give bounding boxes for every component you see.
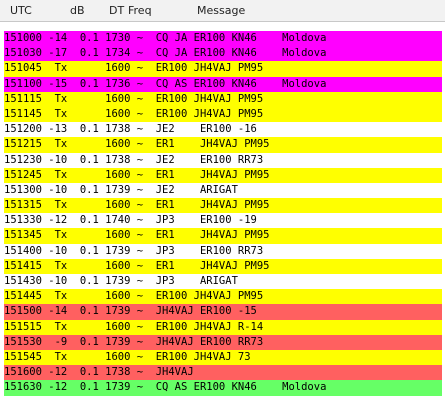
decode-row-text: 151515 Tx 1600 ~ ER100 JH4VAJ R-14: [4, 320, 264, 333]
decode-row[interactable]: 151415 Tx 1600 ~ ER1 JH4VAJ PM95: [4, 258, 442, 274]
decode-row-text: 151115 Tx 1600 ~ ER100 JH4VAJ PM95: [4, 92, 264, 105]
decode-row-text: 151200 -13 0.1 1738 ~ JE2 ER100 -16: [4, 123, 257, 136]
decode-row-text: 151230 -10 0.1 1738 ~ JE2 ER100 RR73: [4, 153, 264, 166]
decode-row[interactable]: 151115 Tx 1600 ~ ER100 JH4VAJ PM95: [4, 91, 442, 107]
decode-row-text: 151315 Tx 1600 ~ ER1 JH4VAJ PM95: [4, 199, 270, 212]
decode-row[interactable]: 151445 Tx 1600 ~ ER100 JH4VAJ PM95: [4, 289, 442, 305]
decode-row-text: 151300 -10 0.1 1739 ~ JE2 ARIGAT: [4, 183, 238, 196]
decode-row[interactable]: 151545 Tx 1600 ~ ER100 JH4VAJ 73: [4, 349, 442, 366]
decode-row[interactable]: 151245 Tx 1600 ~ ER1 JH4VAJ PM95: [4, 167, 442, 183]
decode-row-text: 151400 -10 0.1 1739 ~ JP3 ER100 RR73: [4, 244, 264, 257]
decode-row-text: 151545 Tx 1600 ~ ER100 JH4VAJ 73: [4, 350, 251, 363]
decode-row[interactable]: 151200 -13 0.1 1738 ~ JE2 ER100 -16: [4, 122, 442, 138]
decode-row-text: 151000 -14 0.1 1730 ~ CQ JA ER100 KN46 M…: [4, 32, 327, 44]
header-dt: DT: [109, 4, 125, 17]
header-message: Message: [197, 4, 246, 17]
decode-row[interactable]: 151315 Tx 1600 ~ ER1 JH4VAJ PM95: [4, 198, 442, 214]
decode-row-text: 151245 Tx 1600 ~ ER1 JH4VAJ PM95: [4, 168, 270, 181]
decode-row[interactable]: 151000 -14 0.1 1730 ~ CQ JA ER100 KN46 M…: [4, 31, 442, 47]
decode-row[interactable]: 151100 -15 0.1 1736 ~ CQ AS ER100 KN46 M…: [4, 76, 442, 92]
decode-row-text: 151530 -9 0.1 1739 ~ JH4VAJ ER100 RR73: [4, 335, 264, 348]
decode-row[interactable]: 151330 -12 0.1 1740 ~ JP3 ER100 -19: [4, 213, 442, 229]
decode-row[interactable]: 151230 -10 0.1 1738 ~ JE2 ER100 RR73: [4, 152, 442, 168]
decode-row[interactable]: 151630 -12 0.1 1739 ~ CQ AS ER100 KN46 M…: [4, 380, 442, 396]
decode-row[interactable]: 151215 Tx 1600 ~ ER1 JH4VAJ PM95: [4, 137, 442, 153]
decode-row[interactable]: 151400 -10 0.1 1739 ~ JP3 ER100 RR73: [4, 243, 442, 259]
header-utc: UTC: [10, 4, 32, 17]
decode-row-text: 151445 Tx 1600 ~ ER100 JH4VAJ PM95: [4, 290, 264, 303]
decode-row[interactable]: 151030 -17 0.1 1734 ~ CQ JA ER100 KN46 M…: [4, 46, 442, 62]
column-header-bar: UTC dB DT Freq Message: [0, 0, 445, 22]
decode-row-text: 151600 -12 0.1 1738 ~ JH4VAJ: [4, 366, 194, 379]
decode-row-text: 151045 Tx 1600 ~ ER100 JH4VAJ PM95: [4, 62, 264, 75]
decode-row[interactable]: 151530 -9 0.1 1739 ~ JH4VAJ ER100 RR73: [4, 334, 442, 350]
decode-row-text: 151630 -12 0.1 1739 ~ CQ AS ER100 KN46 M…: [4, 381, 327, 394]
decode-row[interactable]: 151300 -10 0.1 1739 ~ JE2 ARIGAT: [4, 182, 442, 199]
header-db: dB: [70, 4, 85, 17]
decode-row-text: 151345 Tx 1600 ~ ER1 JH4VAJ PM95: [4, 229, 270, 242]
decode-row-text: 151100 -15 0.1 1736 ~ CQ AS ER100 KN46 M…: [4, 77, 327, 90]
decode-row[interactable]: 151500 -14 0.1 1739 ~ JH4VAJ ER100 -15: [4, 304, 442, 320]
decode-list[interactable]: 151000 -14 0.1 1730 ~ CQ JA ER100 KN46 M…: [4, 31, 442, 419]
decode-row[interactable]: 151515 Tx 1600 ~ ER100 JH4VAJ R-14: [4, 319, 442, 335]
decode-row-text: 151500 -14 0.1 1739 ~ JH4VAJ ER100 -15: [4, 305, 257, 318]
decode-row[interactable]: 151045 Tx 1600 ~ ER100 JH4VAJ PM95: [4, 61, 442, 77]
decode-row[interactable]: 151145 Tx 1600 ~ ER100 JH4VAJ PM95: [4, 106, 442, 123]
decode-row-text: 151145 Tx 1600 ~ ER100 JH4VAJ PM95: [4, 107, 264, 120]
decode-row-text: 151415 Tx 1600 ~ ER1 JH4VAJ PM95: [4, 259, 270, 272]
decode-row[interactable]: 151345 Tx 1600 ~ ER1 JH4VAJ PM95: [4, 228, 442, 244]
decode-row[interactable]: 151600 -12 0.1 1738 ~ JH4VAJ: [4, 365, 442, 381]
decode-row-text: 151030 -17 0.1 1734 ~ CQ JA ER100 KN46 M…: [4, 47, 327, 60]
decode-row-text: 151430 -10 0.1 1739 ~ JP3 ARIGAT: [4, 275, 238, 287]
decode-row-text: 151215 Tx 1600 ~ ER1 JH4VAJ PM95: [4, 138, 270, 151]
decode-row[interactable]: 151430 -10 0.1 1739 ~ JP3 ARIGAT: [4, 274, 442, 290]
decode-row-text: 151330 -12 0.1 1740 ~ JP3 ER100 -19: [4, 214, 257, 227]
header-freq: Freq: [128, 4, 152, 17]
